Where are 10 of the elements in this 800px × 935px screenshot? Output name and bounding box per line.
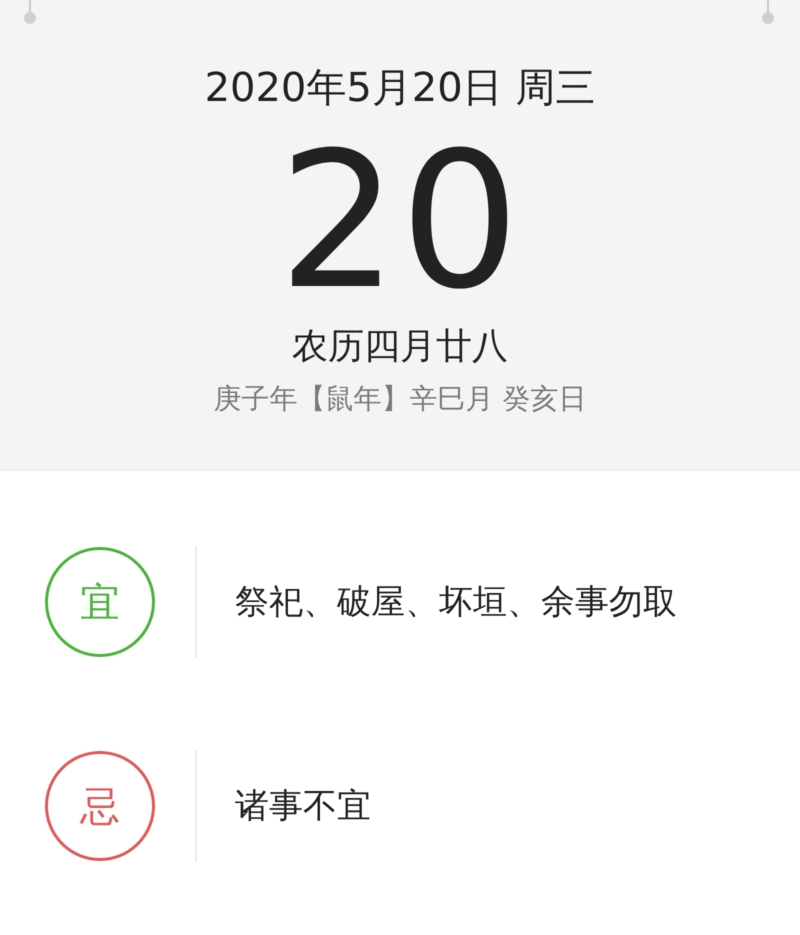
date-text: 2020年5月20日 周三 xyxy=(204,64,596,113)
pin-icon xyxy=(22,0,38,26)
pin-icon xyxy=(760,0,776,26)
almanac-badge: 宜 xyxy=(45,547,155,657)
ganzhi-date: 庚子年【鼠年】辛巳月 癸亥日 xyxy=(214,381,586,417)
day-number: 20 xyxy=(278,122,522,322)
almanac-text: 诸事不宜 xyxy=(235,785,371,828)
almanac-text: 祭祀、破屋、坏垣、余事勿取 xyxy=(235,581,677,624)
lunar-date: 农历四月廿八 xyxy=(292,325,508,369)
almanac-badge: 忌 xyxy=(45,751,155,861)
